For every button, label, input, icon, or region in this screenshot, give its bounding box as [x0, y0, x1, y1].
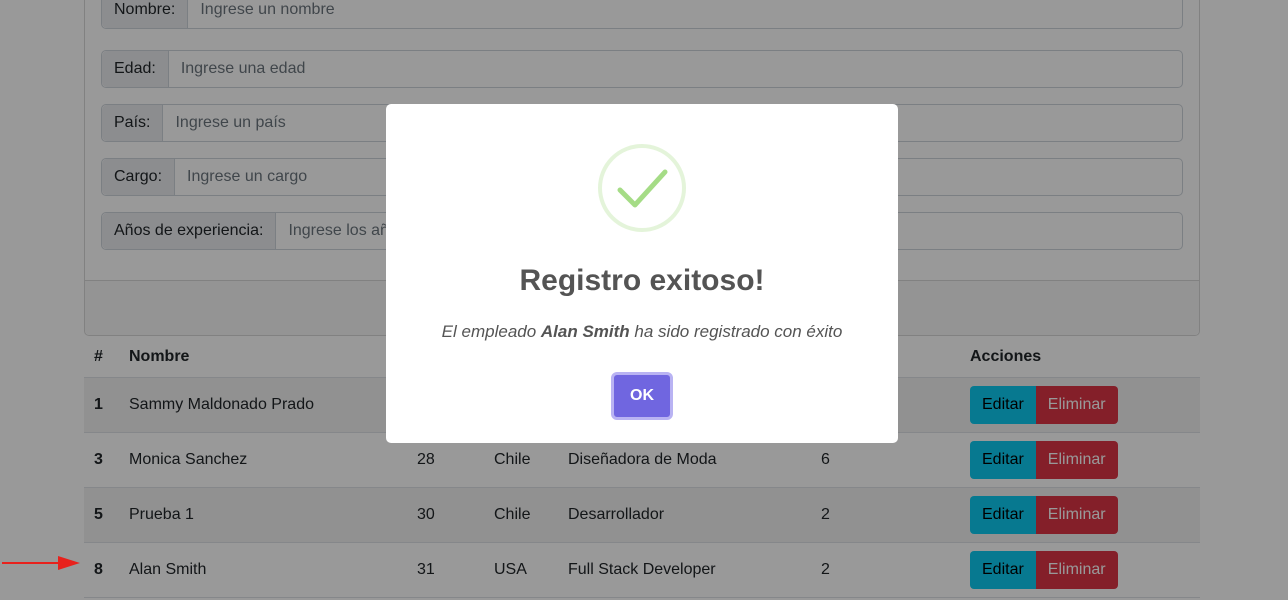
success-modal: Registro exitoso! El empleado Alan Smith…: [386, 104, 898, 443]
success-icon: [598, 144, 686, 232]
check-icon: [617, 169, 668, 208]
red-arrow-icon: [2, 556, 80, 570]
modal-title: Registro exitoso!: [519, 264, 765, 297]
ok-button[interactable]: OK: [611, 372, 673, 420]
modal-employee-name: Alan Smith: [540, 322, 630, 341]
modal-message: El empleado Alan Smith ha sido registrad…: [386, 322, 898, 342]
modal-message-suffix: ha sido registrado con éxito: [629, 322, 843, 341]
modal-message-prefix: El empleado: [441, 322, 541, 341]
